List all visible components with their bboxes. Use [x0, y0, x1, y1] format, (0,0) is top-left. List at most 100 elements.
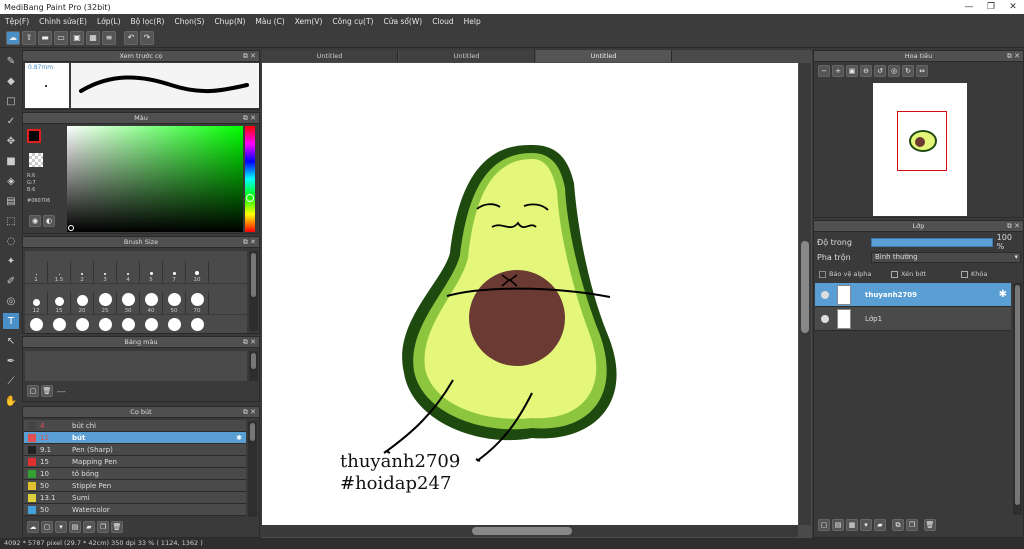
brush-size-scrollbar[interactable]: [249, 251, 258, 331]
fill-rect-icon[interactable]: ■: [3, 153, 19, 169]
brush-list-scrollbar[interactable]: [248, 421, 257, 517]
move-tool-icon[interactable]: ✥: [3, 133, 19, 149]
brush-size-option[interactable]: 10: [186, 261, 209, 283]
brush-folder-icon[interactable]: ▰: [83, 521, 95, 533]
bucket-tool-icon[interactable]: ◈: [3, 173, 19, 189]
fit-icon[interactable]: ▣: [846, 65, 858, 77]
brush-size-option[interactable]: 15: [48, 292, 71, 314]
new-halftone-layer-icon[interactable]: ▤: [832, 519, 844, 531]
layer-scrollbar[interactable]: [1013, 283, 1022, 515]
brush-duplicate-icon[interactable]: ❐: [97, 521, 109, 533]
maximize-button[interactable]: ❐: [980, 0, 1002, 14]
menu-tools[interactable]: Công cụ(T): [327, 17, 378, 26]
add-brush-icon[interactable]: ▢: [41, 521, 53, 533]
zoom-out-icon[interactable]: −: [818, 65, 830, 77]
divide-tool-icon[interactable]: ◎: [3, 293, 19, 309]
layer-row[interactable]: Lớp1: [815, 307, 1011, 331]
lasso-tool-icon[interactable]: ◌: [3, 233, 19, 249]
brush-size-option[interactable]: 4: [117, 261, 140, 283]
tab-untitled-2[interactable]: Untitled: [399, 50, 535, 62]
brush-size-option[interactable]: 50: [163, 292, 186, 314]
brush-size-option[interactable]: 7: [163, 261, 186, 283]
brush-size-option[interactable]: 20: [71, 292, 94, 314]
menu-help[interactable]: Help: [459, 17, 486, 26]
cloud-icon[interactable]: ☁: [6, 30, 20, 45]
hue-slider[interactable]: [245, 126, 255, 232]
opacity-slider[interactable]: [870, 237, 993, 247]
color-picker-square[interactable]: [67, 126, 243, 232]
foreground-color[interactable]: [27, 129, 41, 143]
select-pen-icon[interactable]: ✓: [3, 113, 19, 129]
select-brush-icon[interactable]: ✐: [3, 273, 19, 289]
palette-swatches[interactable]: [25, 351, 247, 381]
brush-size-option[interactable]: 1: [25, 261, 48, 283]
list-item[interactable]: 50 Watercolor: [24, 504, 246, 516]
blend-mode-select[interactable]: Bình thường ▾: [871, 251, 1021, 263]
redo-button[interactable]: ↷: [140, 30, 154, 45]
visibility-icon[interactable]: [821, 314, 829, 323]
color-settings-icon[interactable]: ◐: [43, 215, 55, 227]
menu-layer[interactable]: Lớp(L): [92, 17, 126, 26]
list-item[interactable]: 9.1 Pen (Sharp): [24, 444, 246, 456]
brush-settings-icon[interactable]: ✱: [236, 434, 242, 442]
layer-row[interactable]: thuyanh2709 ✱: [815, 283, 1011, 307]
actual-size-icon[interactable]: ⊖: [860, 65, 872, 77]
brush-size-option[interactable]: 3: [94, 261, 117, 283]
export-icon[interactable]: ⇪: [22, 30, 36, 45]
zoom-in-icon[interactable]: +: [832, 65, 844, 77]
clip-checkbox[interactable]: [891, 270, 898, 278]
blur-tool-icon[interactable]: ✒: [3, 353, 19, 369]
eyedropper-icon[interactable]: ⟋: [3, 373, 19, 389]
list-icon[interactable]: ≡: [102, 30, 116, 45]
list-item[interactable]: 15 Mapping Pen: [24, 456, 246, 468]
flip-icon[interactable]: ⇔: [916, 65, 928, 77]
rect-tool-icon[interactable]: □: [3, 93, 19, 109]
menu-color[interactable]: Màu (C): [250, 17, 289, 26]
canvas-horizontal-scrollbar[interactable]: [262, 525, 798, 537]
navigator-preview[interactable]: [873, 83, 967, 216]
brush-size-option[interactable]: 70: [186, 292, 209, 314]
brush-size-option[interactable]: 12: [25, 292, 48, 314]
hand-tool-icon[interactable]: ✋: [3, 393, 19, 409]
protect-alpha-checkbox[interactable]: [819, 270, 826, 278]
rotate-right-icon[interactable]: ↻: [902, 65, 914, 77]
layer-menu-icon[interactable]: ▾: [860, 519, 872, 531]
message-icon[interactable]: ▭: [54, 30, 68, 45]
operation-tool-icon[interactable]: ↖: [3, 333, 19, 349]
new-layer-icon[interactable]: ▢: [818, 519, 830, 531]
grid-icon[interactable]: ▦: [86, 30, 100, 45]
tab-untitled-3[interactable]: Untitled: [536, 50, 672, 62]
menu-filter[interactable]: Bộ lọc(R): [126, 17, 170, 26]
rotate-reset-icon[interactable]: ◎: [888, 65, 900, 77]
list-item[interactable]: 10 tô bóng: [24, 468, 246, 480]
tab-untitled-1[interactable]: Untitled: [262, 50, 398, 62]
menu-view[interactable]: Xem(V): [290, 17, 328, 26]
brush-delete-icon[interactable]: 🗑: [111, 521, 123, 533]
text-tool-icon[interactable]: T: [3, 313, 19, 329]
transparent-color[interactable]: [29, 153, 43, 167]
magic-wand-icon[interactable]: ✦: [3, 253, 19, 269]
layer-settings-icon[interactable]: ✱: [999, 289, 1007, 300]
brush-size-option[interactable]: 5: [140, 261, 163, 283]
visibility-icon[interactable]: [821, 290, 829, 299]
menu-file[interactable]: Tệp(F): [0, 17, 34, 26]
menu-cloud[interactable]: Cloud: [427, 17, 458, 26]
palette-scrollbar[interactable]: [249, 351, 258, 381]
lock-checkbox[interactable]: [961, 270, 968, 278]
brush-menu-icon[interactable]: ▾: [55, 521, 67, 533]
menu-select[interactable]: Chọn(S): [169, 17, 209, 26]
merge-down-icon[interactable]: ⧉: [892, 519, 904, 531]
brush-tool-icon[interactable]: ✎: [3, 53, 19, 69]
menu-capture[interactable]: Chụp(N): [209, 17, 250, 26]
brush-size-option[interactable]: 1.5: [48, 261, 71, 283]
menu-edit[interactable]: Chỉnh sửa(E): [34, 17, 92, 26]
brush-size-option[interactable]: 40: [140, 292, 163, 314]
list-item[interactable]: 13.1 Sumi: [24, 492, 246, 504]
layer-folder-icon[interactable]: ▰: [874, 519, 886, 531]
undo-button[interactable]: ↶: [124, 30, 138, 45]
color-picker-cursor[interactable]: [68, 225, 74, 231]
rotate-left-icon[interactable]: ↺: [874, 65, 886, 77]
list-item[interactable]: 50 Stipple Pen: [24, 480, 246, 492]
delete-palette-icon[interactable]: 🗑: [41, 385, 53, 397]
brush-size-option[interactable]: 30: [117, 292, 140, 314]
